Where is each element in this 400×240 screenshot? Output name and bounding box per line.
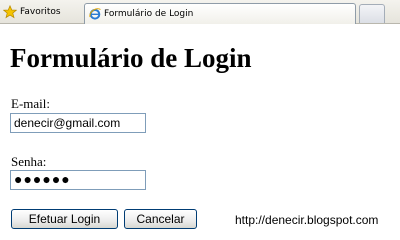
internet-explorer-icon — [89, 8, 101, 20]
email-field[interactable] — [10, 113, 146, 133]
star-icon — [3, 5, 17, 19]
favorites-button[interactable]: Favoritos — [3, 3, 77, 21]
blog-url-watermark: http://denecir.blogspot.com — [235, 213, 379, 227]
login-button[interactable]: Efetuar Login — [11, 209, 118, 229]
tab-title: Formulário de Login — [104, 9, 194, 19]
cancel-button[interactable]: Cancelar — [124, 209, 197, 229]
favorites-label: Favoritos — [20, 7, 61, 17]
email-label: E-mail: — [11, 96, 50, 111]
page-title: Formulário de Login — [10, 43, 252, 73]
new-tab-button[interactable] — [359, 4, 385, 23]
password-label: Senha: — [11, 154, 47, 169]
password-field[interactable]: ●●●●●● — [10, 170, 146, 190]
browser-tab[interactable]: Formulário de Login — [84, 3, 356, 24]
browser-toolbar: Favoritos Formulário de Login — [0, 0, 400, 24]
